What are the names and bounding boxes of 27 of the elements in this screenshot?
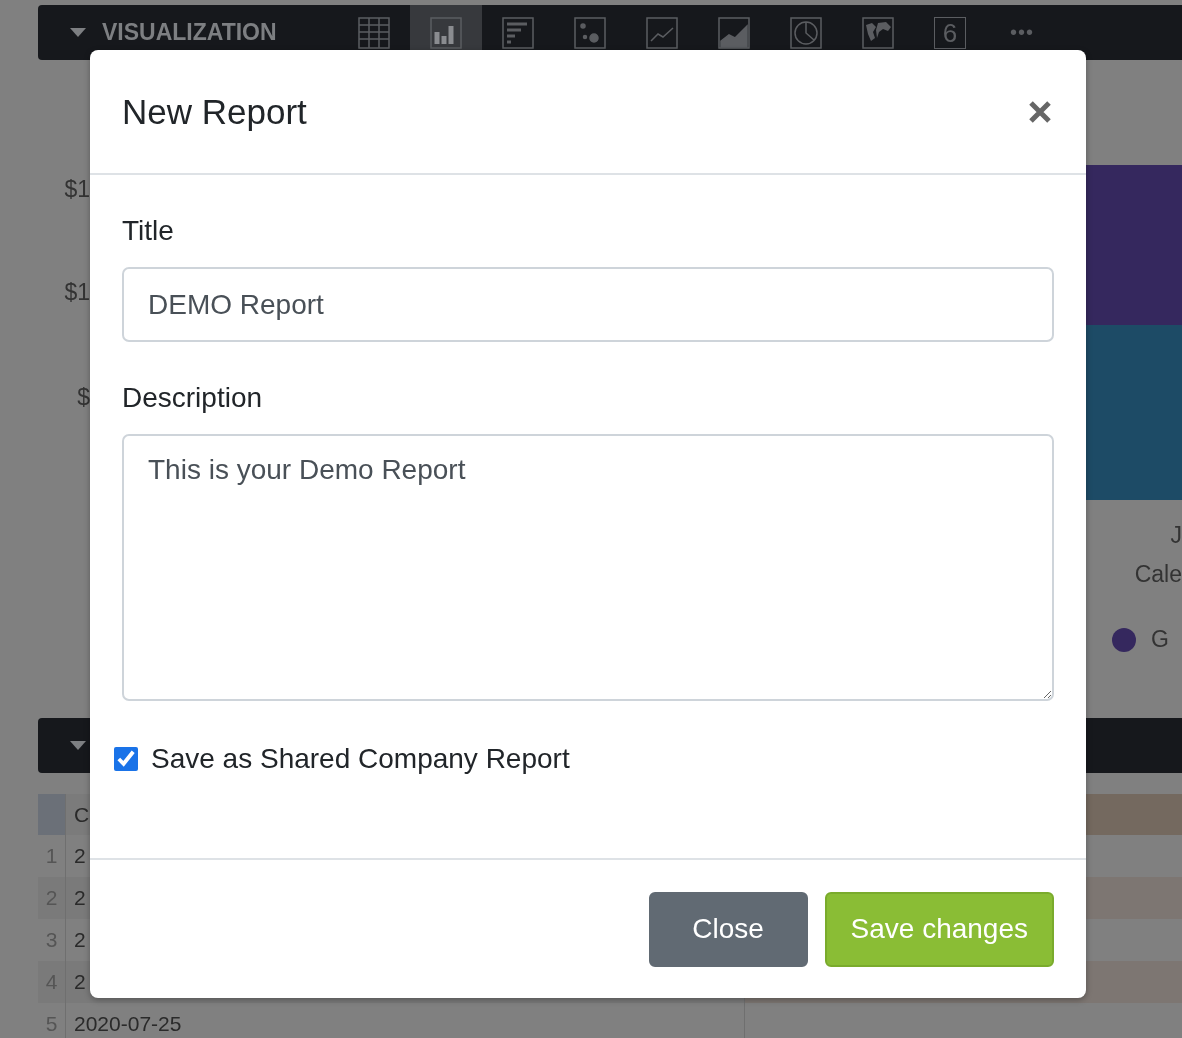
legend-label: G [1151, 626, 1169, 653]
axis-title: Cale [1134, 561, 1182, 588]
axis-label: $1 [64, 177, 90, 202]
pie-chart-icon [790, 16, 822, 49]
area-chart-icon [718, 16, 750, 49]
dialog-title: New Report [122, 91, 307, 132]
close-icon[interactable] [1028, 99, 1052, 124]
axis-label: J [1170, 522, 1182, 549]
panel-title: VISUALIZATION [102, 19, 278, 46]
axis-label: $1 [64, 280, 90, 305]
axis-label: $ [77, 385, 90, 410]
shared-report-checkbox[interactable] [114, 747, 138, 771]
description-field[interactable]: This is your Demo Report [122, 434, 1054, 701]
caret-icon[interactable] [70, 27, 86, 38]
table-cell: 2020-07-25 [66, 1003, 745, 1038]
scatter-plot-icon [574, 16, 606, 49]
checkbox-label: Save as Shared Company Report [151, 743, 570, 775]
field-label: Description [122, 382, 264, 414]
world-map-icon [862, 16, 894, 49]
bar-chart-icon [430, 16, 462, 49]
caret-icon[interactable] [70, 740, 86, 751]
table-icon [358, 16, 390, 49]
line-chart-icon [646, 16, 678, 49]
close-button[interactable]: Close [648, 891, 808, 967]
field-label: Title [122, 215, 175, 247]
horizontal-bar-chart-icon [502, 16, 534, 49]
title-field[interactable]: DEMO Report [122, 267, 1054, 342]
